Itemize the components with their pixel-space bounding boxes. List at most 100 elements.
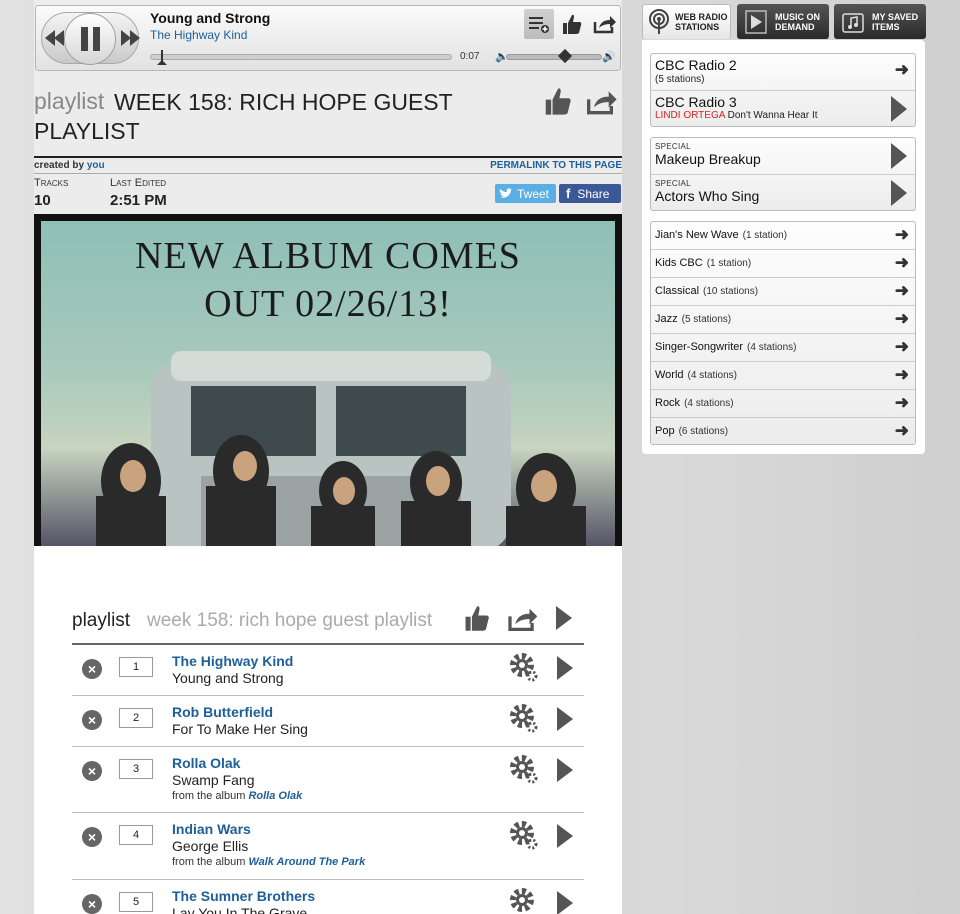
track-number[interactable]: 1	[119, 657, 153, 677]
track-artist[interactable]: Rolla Olak	[172, 755, 240, 771]
genre-item[interactable]: Classical (10 stations) ➜	[651, 278, 915, 306]
created-by-label: created by	[34, 160, 85, 171]
close-icon: ×	[87, 712, 97, 728]
gear-icon	[510, 821, 538, 850]
remove-track-button[interactable]: ×	[82, 894, 102, 914]
created-by-user-link[interactable]: you	[87, 160, 105, 171]
track-artist[interactable]: The Sumner Brothers	[172, 888, 315, 904]
genre-item[interactable]: Jian's New Wave (1 station) ➜	[651, 222, 915, 250]
special-item-actors-who-sing[interactable]: SPECIAL Actors Who Sing	[651, 175, 915, 211]
track-song: Lay You In The Grave	[172, 905, 308, 914]
remove-track-button[interactable]: ×	[82, 827, 102, 847]
track-song: George Ellis	[172, 838, 249, 854]
genre-item[interactable]: Kids CBC (1 station) ➜	[651, 250, 915, 278]
like-playlist-button-small[interactable]	[464, 604, 490, 632]
facebook-share-button[interactable]: f Share	[559, 184, 621, 203]
play-track-button[interactable]	[556, 757, 574, 783]
gear-icon	[510, 755, 538, 784]
genre-item[interactable]: World (4 stations) ➜	[651, 362, 915, 390]
play-icon	[557, 824, 573, 848]
tracks-count: 10	[34, 192, 51, 209]
track-row: × 4 Indian Wars George Ellis from the al…	[72, 813, 584, 880]
play-track-button[interactable]	[556, 890, 574, 914]
radio-tower-icon	[649, 9, 669, 34]
album-link[interactable]: Rolla Olak	[248, 790, 302, 802]
station-item-cbc-radio-3[interactable]: CBC Radio 3 LINDI ORTEGA Don't Wanna Hea…	[651, 91, 915, 127]
track-artist[interactable]: Indian Wars	[172, 821, 251, 837]
tab-web-radio-stations[interactable]: WEB RADIO STATIONS	[642, 4, 731, 39]
remove-track-button[interactable]: ×	[82, 710, 102, 730]
share-track-button[interactable]	[590, 9, 620, 39]
thumbs-up-icon	[563, 14, 582, 34]
track-number[interactable]: 5	[119, 892, 153, 912]
transport-controls	[41, 12, 141, 65]
album-art: NEW ALBUM COMES OUT 02/26/13!	[34, 214, 622, 546]
tab-my-saved-items[interactable]: MY SAVED ITEMS	[834, 4, 926, 39]
station-item-cbc-radio-2[interactable]: CBC Radio 2 (5 stations) ➜	[651, 54, 915, 91]
tab-music-on-demand[interactable]: MUSIC ON DEMAND	[737, 4, 829, 39]
progress-handle[interactable]	[157, 50, 167, 65]
genre-item[interactable]: Singer-Songwriter (4 stations) ➜	[651, 334, 915, 362]
track-row: × 3 Rolla Olak Swamp Fang from the album…	[72, 747, 584, 813]
genre-item[interactable]: Rock (4 stations) ➜	[651, 390, 915, 418]
track-number[interactable]: 3	[119, 759, 153, 779]
play-icon[interactable]	[891, 96, 907, 122]
special-item-makeup-breakup[interactable]: SPECIAL Makeup Breakup	[651, 138, 915, 175]
track-options-button[interactable]	[510, 653, 538, 683]
play-playlist-button[interactable]	[555, 605, 573, 631]
permalink-link[interactable]: PERMALINK TO THIS PAGE	[490, 160, 622, 171]
genre-item[interactable]: Jazz (5 stations) ➜	[651, 306, 915, 334]
genre-count: (1 station)	[706, 258, 752, 269]
progress-bar[interactable]	[150, 50, 452, 65]
track-album: from the album Walk Around The Park	[172, 856, 365, 868]
next-button[interactable]	[119, 27, 141, 47]
album-link[interactable]: Walk Around The Park	[248, 856, 365, 868]
play-track-button[interactable]	[556, 823, 574, 849]
track-row: × 5 The Sumner Brothers Lay You In The G…	[72, 880, 584, 914]
like-playlist-button[interactable]	[544, 86, 572, 116]
album-prefix: from the album	[172, 856, 246, 868]
track-artist[interactable]: The Highway Kind	[172, 653, 293, 669]
play-icon[interactable]	[891, 180, 907, 206]
play-icon	[557, 707, 573, 731]
track-artist[interactable]: Rob Butterfield	[172, 704, 273, 720]
track-options-button[interactable]	[510, 755, 538, 785]
station-name: CBC Radio 2	[655, 57, 737, 73]
remove-track-button[interactable]: ×	[82, 761, 102, 781]
gear-icon	[510, 888, 534, 912]
arrow-right-icon: ➜	[894, 309, 909, 328]
special-tag: SPECIAL	[655, 142, 691, 151]
play-track-button[interactable]	[556, 655, 574, 681]
genre-count: (4 stations)	[687, 370, 737, 381]
play-icon[interactable]	[891, 143, 907, 169]
share-playlist-button-small[interactable]	[506, 606, 540, 632]
genre-name: Kids CBC	[655, 257, 703, 269]
genre-count: (10 stations)	[703, 286, 759, 297]
track-options-button[interactable]	[510, 888, 538, 914]
genre-item[interactable]: Pop (6 stations) ➜	[651, 418, 915, 445]
tab-label: MY SAVED ITEMS	[872, 11, 919, 32]
album-prefix: from the album	[172, 790, 246, 802]
track-song: Young and Strong	[172, 670, 284, 686]
now-playing-artist[interactable]: The Highway Kind	[150, 28, 247, 42]
arrow-right-icon: ➜	[894, 225, 909, 244]
track-number[interactable]: 2	[119, 708, 153, 728]
tweet-button[interactable]: Tweet	[495, 184, 556, 203]
play-track-button[interactable]	[556, 706, 574, 732]
share-playlist-button[interactable]	[586, 88, 618, 116]
track-options-button[interactable]	[510, 821, 538, 851]
pause-button[interactable]	[64, 13, 116, 65]
share-icon	[508, 608, 538, 632]
close-icon: ×	[87, 896, 97, 912]
volume-slider[interactable]	[506, 48, 602, 64]
add-to-playlist-button[interactable]	[524, 9, 554, 39]
like-track-button[interactable]	[557, 9, 587, 39]
volume-handle[interactable]	[558, 48, 573, 64]
track-options-button[interactable]	[510, 704, 538, 734]
share-icon	[587, 91, 617, 115]
arrow-right-icon: ➜	[894, 281, 909, 300]
tracks-label: Tracks	[34, 177, 69, 189]
track-row: × 2 Rob Butterfield For To Make Her Sing	[72, 696, 584, 747]
track-number[interactable]: 4	[119, 825, 153, 845]
remove-track-button[interactable]: ×	[82, 659, 102, 679]
